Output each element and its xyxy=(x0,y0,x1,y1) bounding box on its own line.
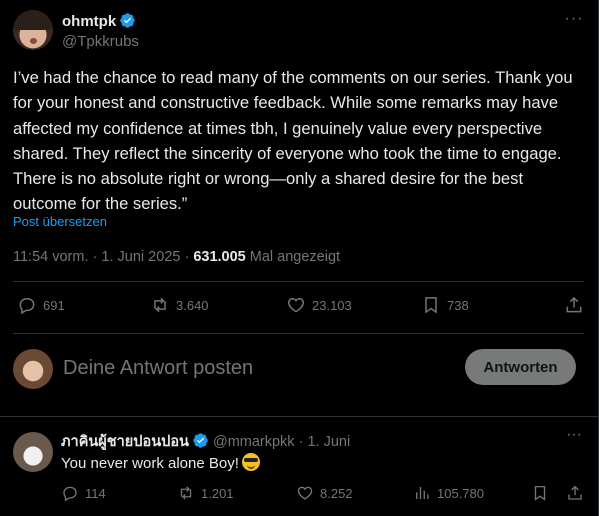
verified-badge-icon xyxy=(193,433,208,448)
meta-separator: · xyxy=(184,249,190,265)
views-count: 631.005 xyxy=(193,249,246,265)
divider xyxy=(13,333,584,334)
translate-post-link[interactable]: Post übersetzen xyxy=(13,214,107,229)
views-chart-icon xyxy=(416,487,429,499)
share-icon xyxy=(566,296,582,313)
reply-input[interactable]: Deine Antwort posten xyxy=(63,357,253,380)
heart-icon xyxy=(297,486,313,500)
current-user-avatar[interactable] xyxy=(13,349,53,389)
reply-views-button[interactable]: 105.780 xyxy=(413,484,484,502)
reply-repost-button[interactable]: 1.201 xyxy=(177,484,234,502)
reply-author-name[interactable]: ภาคินผู้ชายปอนปอน xyxy=(61,434,189,450)
reply-text: You never work alone Boy! xyxy=(61,453,260,472)
reply-icon xyxy=(19,298,35,315)
bookmark-button[interactable]: 738 xyxy=(421,295,469,315)
reply-share-button[interactable] xyxy=(566,484,584,502)
bookmark-icon xyxy=(425,297,437,314)
reply-author-avatar[interactable] xyxy=(13,432,53,472)
meta-separator: · xyxy=(92,249,98,265)
share-icon xyxy=(568,485,582,500)
reply-icon xyxy=(63,486,77,502)
repost-icon xyxy=(154,297,166,313)
post-meta: 11:54 vorm. · 1. Juni 2025 · 631.005 Mal… xyxy=(13,249,340,265)
verified-badge-icon xyxy=(120,13,135,28)
post-date[interactable]: 1. Juni 2025 xyxy=(101,249,180,265)
reply-reply-button[interactable]: 114 xyxy=(61,484,106,502)
reply-post[interactable]: ภาคินผู้ชายปอนปอน @mmarkpkk · 1. Juni ··… xyxy=(13,427,584,508)
reply-like-button[interactable]: 8.252 xyxy=(296,484,353,502)
reply-header: ภาคินผู้ชายปอนปอน @mmarkpkk · 1. Juni xyxy=(61,430,350,453)
post-actions: 691 3.640 23.103 738 xyxy=(13,295,584,321)
post-text: I’ve had the chance to read many of the … xyxy=(13,68,573,214)
more-options-icon[interactable]: ··· xyxy=(564,11,584,32)
author-avatar[interactable] xyxy=(13,10,53,50)
reply-bookmark-button[interactable] xyxy=(531,484,549,502)
bookmark-icon xyxy=(534,485,546,501)
reply-composer: Deine Antwort posten Antworten xyxy=(13,347,576,391)
reply-submit-button[interactable]: Antworten xyxy=(465,349,576,385)
post-header: ohmtpk @Tpkkrubs ··· xyxy=(13,10,584,54)
reply-author-handle[interactable]: @mmarkpkk xyxy=(213,434,295,450)
sunglasses-emoji-icon xyxy=(241,453,260,471)
reply-button[interactable]: 691 xyxy=(17,295,65,315)
reply-actions: 114 1.201 8.252 105.780 xyxy=(61,484,584,504)
divider xyxy=(0,416,598,417)
repost-button[interactable]: 3.640 xyxy=(150,295,209,315)
post-detail-view: ohmtpk @Tpkkrubs ··· I’ve had the chance… xyxy=(0,0,599,516)
meta-separator: · xyxy=(298,434,304,450)
post-time[interactable]: 11:54 vorm. xyxy=(13,249,89,265)
heart-icon xyxy=(287,297,305,313)
views-label: Mal angezeigt xyxy=(249,249,341,265)
author-handle[interactable]: @Tpkkrubs xyxy=(62,33,139,50)
share-button[interactable] xyxy=(564,295,584,315)
more-options-icon[interactable]: ··· xyxy=(564,427,584,443)
repost-icon xyxy=(180,486,192,500)
author-name[interactable]: ohmtpk xyxy=(62,12,136,30)
like-button[interactable]: 23.103 xyxy=(286,295,352,315)
divider xyxy=(13,281,584,282)
reply-date[interactable]: 1. Juni xyxy=(307,434,350,450)
